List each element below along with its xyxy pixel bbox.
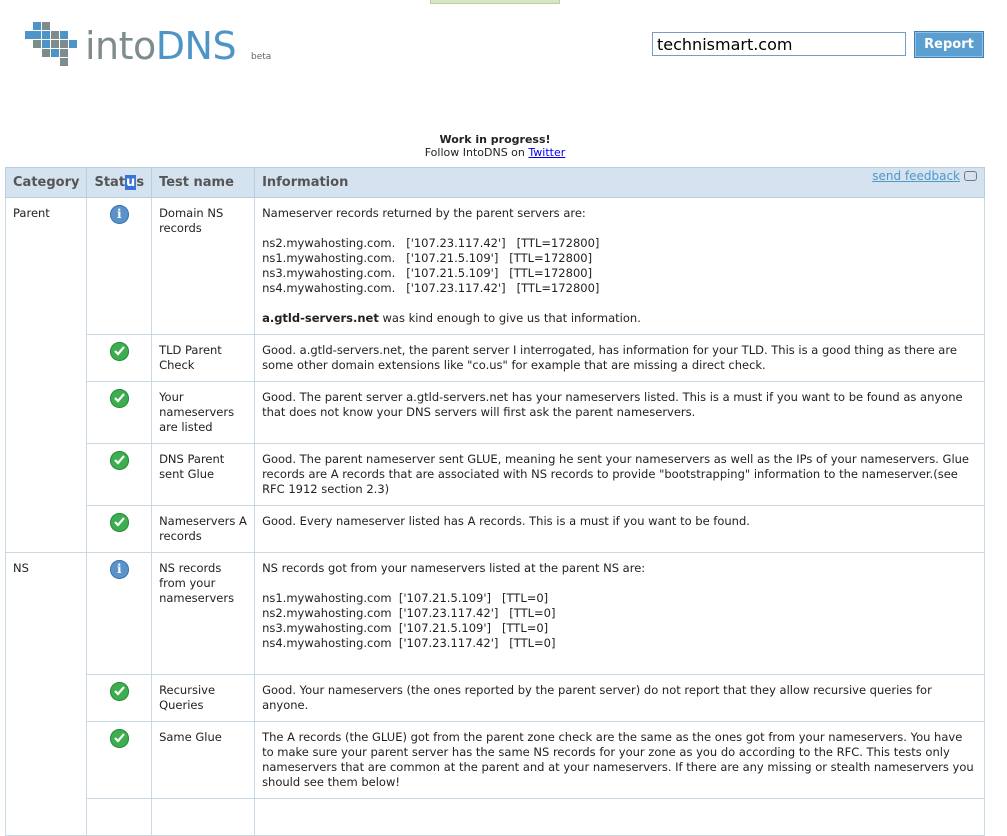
info-outro-text: was kind enough to give us that informat… [378, 311, 641, 325]
notice-title: Work in progress! [439, 133, 551, 146]
logo-tile [42, 40, 50, 48]
information-cell: Good. The parent nameserver sent GLUE, m… [254, 443, 985, 506]
header-test-name: Test name [151, 167, 256, 198]
status-cell [86, 443, 153, 506]
checkmark-icon [109, 682, 129, 701]
info-outro-server: a.gtld-servers.net [262, 311, 379, 325]
logo-wordmark: intoDNS [85, 24, 237, 68]
information-cell [254, 798, 985, 836]
checkmark-icon [109, 342, 129, 361]
logo-tile [60, 49, 68, 57]
information-cell: The A records (the GLUE) got from the pa… [254, 721, 985, 799]
table-header-row: Category Status Test name Information se… [4, 167, 985, 198]
checkmark-icon [109, 729, 129, 748]
logo-tile [69, 40, 77, 48]
status-cell [86, 674, 153, 722]
test-name-cell: Same Glue [151, 721, 256, 799]
logo-tile [60, 58, 68, 66]
information-cell: Good. Every nameserver listed has A reco… [254, 505, 985, 553]
logo-tile [60, 40, 68, 48]
table-row: NS i NS records from your nameservers NS… [4, 552, 985, 836]
checkmark-icon [109, 451, 129, 470]
test-name-cell: TLD Parent Check [151, 334, 256, 382]
test-name-cell [151, 798, 256, 836]
header-status-part: s [136, 175, 145, 190]
logo-tile [42, 31, 50, 39]
checkmark-icon [109, 389, 129, 408]
status-cell [86, 381, 153, 444]
test-name-cell: Nameservers A records [151, 505, 256, 553]
header-information: Information send feedback [254, 167, 985, 198]
header-category: Category [4, 167, 88, 198]
results-table: Category Status Test name Information se… [4, 167, 985, 836]
work-in-progress-notice: Work in progress! Follow IntoDNS on Twit… [0, 133, 990, 159]
logo-tile [42, 49, 50, 57]
ns-record-line: ns3.mywahosting.com ['107.21.5.109'] [TT… [262, 621, 549, 635]
info-outro: a.gtld-servers.net was kind enough to gi… [262, 311, 977, 326]
test-name-cell: Your nameservers are listed [151, 381, 256, 444]
ns-record-line: ns4.mywahosting.com. ['107.23.117.42'] [… [262, 281, 600, 295]
test-name-cell: Domain NS records [151, 197, 256, 335]
logo-into: into [85, 24, 156, 68]
notice-follow-text: Follow IntoDNS on [424, 146, 529, 159]
header-information-label: Information [262, 175, 349, 190]
logo-tile [42, 22, 50, 30]
table-row: Same Glue The A records (the GLUE) got f… [6, 721, 985, 799]
ns-record-line: ns2.mywahosting.com ['107.23.117.42'] [T… [262, 606, 556, 620]
status-cell [86, 721, 153, 799]
info-intro: Nameserver records returned by the paren… [262, 206, 586, 220]
header-status-part: Stat [94, 175, 126, 190]
info-icon: i [109, 205, 129, 224]
table-row [6, 798, 985, 836]
ns-record-line: ns1.mywahosting.com ['107.21.5.109'] [TT… [262, 591, 549, 605]
logo-beta: beta [251, 52, 272, 62]
information-cell: NS records got from your nameservers lis… [254, 552, 985, 675]
information-cell: Good. Your nameservers (the ones reporte… [254, 674, 985, 722]
speech-bubble-icon [964, 171, 977, 181]
ns-record-line: ns4.mywahosting.com ['107.23.117.42'] [T… [262, 636, 556, 650]
header-status-selection: u [125, 175, 137, 190]
logo-tile [51, 40, 59, 48]
send-feedback-link[interactable]: send feedback [872, 169, 977, 184]
ns-record-line: ns1.mywahosting.com. ['107.21.5.109'] [T… [262, 251, 593, 265]
send-feedback-label[interactable]: send feedback [872, 169, 960, 183]
test-name-cell: Recursive Queries [151, 674, 256, 722]
ns-record-line: ns3.mywahosting.com. ['107.21.5.109'] [T… [262, 266, 593, 280]
logo-tile [33, 40, 41, 48]
status-cell: i [86, 197, 153, 335]
test-name-cell: NS records from your nameservers [151, 552, 256, 675]
info-intro: NS records got from your nameservers lis… [262, 561, 646, 575]
top-notification-tab [430, 0, 560, 4]
table-row: Recursive Queries Good. Your nameservers… [6, 674, 985, 722]
logo-tile [60, 31, 68, 39]
ns-record-line: ns2.mywahosting.com. ['107.23.117.42'] [… [262, 236, 600, 250]
table-row: Your nameservers are listed Good. The pa… [6, 381, 985, 444]
logo-tile [33, 31, 41, 39]
table-row: Nameservers A records Good. Every namese… [6, 505, 985, 553]
logo-tile [33, 22, 41, 30]
information-cell: Good. The parent server a.gtld-servers.n… [254, 381, 985, 444]
logo-tile [51, 31, 59, 39]
status-cell: i [86, 552, 153, 675]
status-cell [86, 334, 153, 382]
checkmark-icon [109, 513, 129, 532]
category-cell: NS [4, 552, 88, 836]
test-name-cell: DNS Parent sent Glue [151, 443, 256, 506]
information-cell: Good. a.gtld-servers.net, the parent ser… [254, 334, 985, 382]
table-row: DNS Parent sent Glue Good. The parent na… [6, 443, 985, 506]
logo-tile [25, 31, 33, 39]
status-cell [86, 505, 153, 553]
header-status: Status [86, 167, 153, 198]
twitter-link[interactable]: Twitter [528, 146, 565, 159]
logo-tile [51, 49, 59, 57]
information-cell: Nameserver records returned by the paren… [254, 197, 985, 335]
category-cell: Parent [4, 197, 88, 553]
info-icon: i [109, 560, 129, 579]
table-row: Parent i Domain NS records Nameserver re… [4, 197, 985, 553]
domain-search-input[interactable] [652, 32, 906, 56]
logo-dns: DNS [155, 24, 237, 68]
status-cell [86, 798, 153, 836]
table-row: TLD Parent Check Good. a.gtld-servers.ne… [6, 334, 985, 382]
report-button[interactable]: Report [914, 31, 984, 58]
